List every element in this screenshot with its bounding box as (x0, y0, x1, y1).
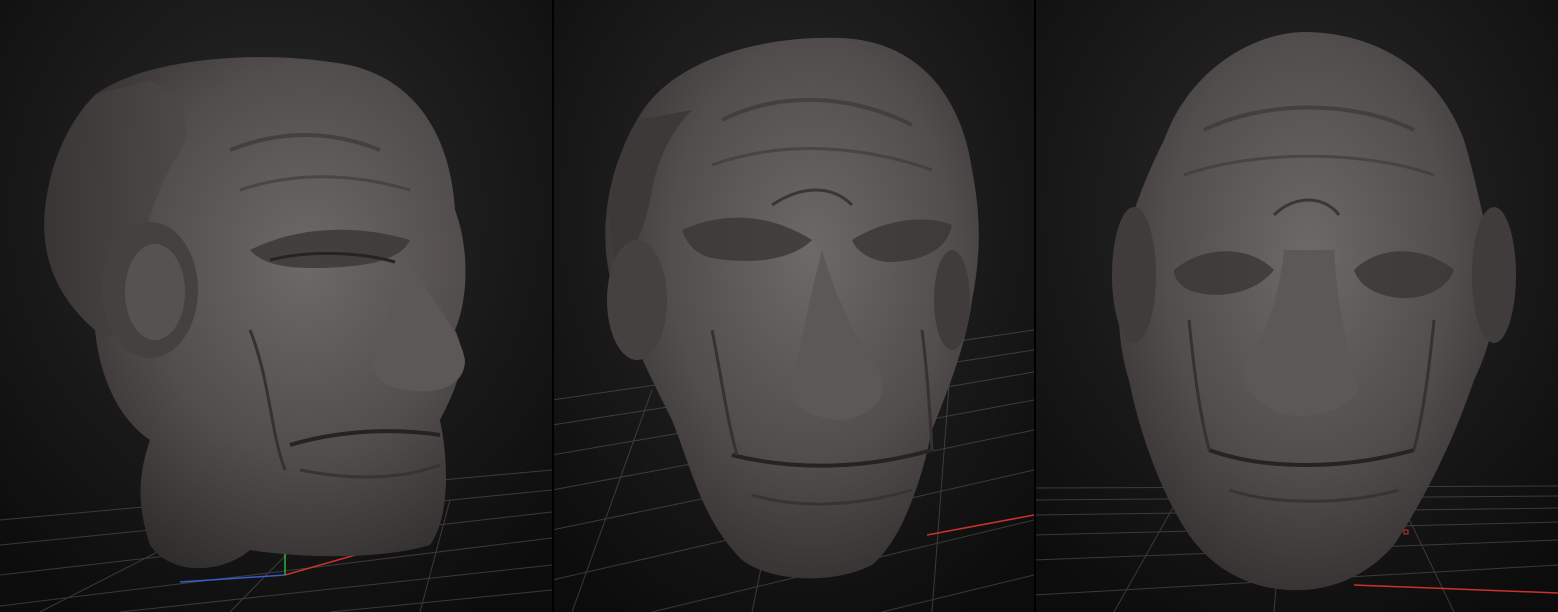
viewport-three-quarter-front[interactable] (552, 0, 1034, 612)
viewport-canvas[interactable] (0, 0, 552, 612)
ear-left (607, 240, 667, 360)
ear-inner-left (125, 244, 185, 340)
viewport-divider (552, 0, 554, 612)
viewport-canvas[interactable] (552, 0, 1034, 612)
viewport-three-quarter-left[interactable] (0, 0, 552, 612)
ear-right (934, 250, 970, 350)
viewport-front[interactable] (1034, 0, 1558, 612)
viewport-row (0, 0, 1558, 612)
viewport-canvas[interactable] (1034, 0, 1558, 612)
ear-right (1472, 207, 1516, 343)
viewport-divider (1034, 0, 1036, 612)
ear-left (1112, 207, 1156, 343)
